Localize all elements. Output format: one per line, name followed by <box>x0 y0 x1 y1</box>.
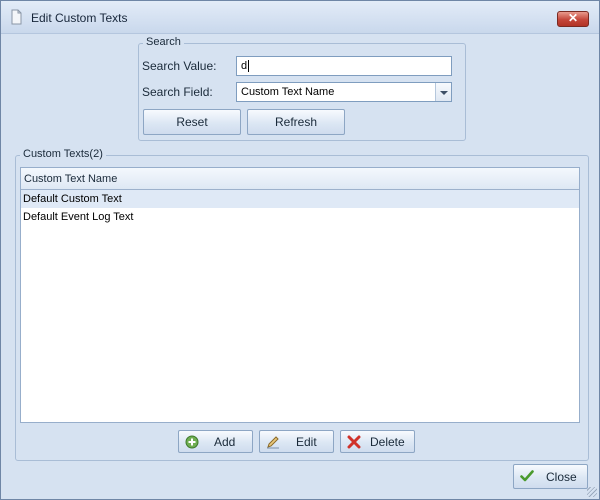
custom-texts-group-title: Custom Texts(2) <box>20 148 106 160</box>
reset-button[interactable]: Reset <box>143 109 241 135</box>
search-value-label: Search Value: <box>142 59 217 73</box>
add-button[interactable]: Add <box>178 430 253 453</box>
search-field-dropdown[interactable]: Custom Text Name <box>236 82 452 102</box>
edit-button-label: Edit <box>296 434 317 449</box>
edit-custom-texts-dialog: Edit Custom Texts ✕ Search Search Value:… <box>0 0 600 500</box>
table-row[interactable]: Default Custom Text <box>21 190 579 208</box>
refresh-button[interactable]: Refresh <box>247 109 345 135</box>
chevron-down-icon[interactable] <box>435 83 451 101</box>
title-bar[interactable]: Edit Custom Texts ✕ <box>1 1 599 34</box>
search-value-input[interactable]: d <box>236 56 452 76</box>
close-button-label: Close <box>546 469 577 484</box>
green-check-icon <box>520 470 534 482</box>
column-header-label: Custom Text Name <box>24 173 118 185</box>
window-close-button[interactable]: ✕ <box>557 11 589 27</box>
custom-texts-grid[interactable]: Custom Text Name Default Custom Text Def… <box>20 167 580 423</box>
sheet-icon <box>11 9 22 25</box>
row-cell-name: Default Event Log Text <box>23 211 134 223</box>
close-icon: ✕ <box>567 11 579 25</box>
resize-grip[interactable] <box>587 487 597 497</box>
row-cell-name: Default Custom Text <box>23 193 122 205</box>
search-group-title: Search <box>143 36 184 48</box>
close-button[interactable]: Close <box>513 464 588 489</box>
table-row[interactable]: Default Event Log Text <box>21 208 579 226</box>
reset-button-label: Reset <box>176 115 208 129</box>
refresh-button-label: Refresh <box>274 115 318 129</box>
search-field-selected: Custom Text Name <box>241 86 335 98</box>
window-title: Edit Custom Texts <box>31 11 128 25</box>
delete-button-label: Delete <box>370 434 405 449</box>
plus-circle-icon <box>185 435 199 449</box>
column-header-custom-text-name[interactable]: Custom Text Name <box>21 168 579 190</box>
red-x-icon <box>347 435 361 449</box>
edit-button[interactable]: Edit <box>259 430 334 453</box>
search-field-label: Search Field: <box>142 85 213 99</box>
search-value-text: d <box>241 60 248 72</box>
add-button-label: Add <box>214 434 236 449</box>
pencil-icon <box>267 436 279 449</box>
delete-button[interactable]: Delete <box>340 430 415 453</box>
